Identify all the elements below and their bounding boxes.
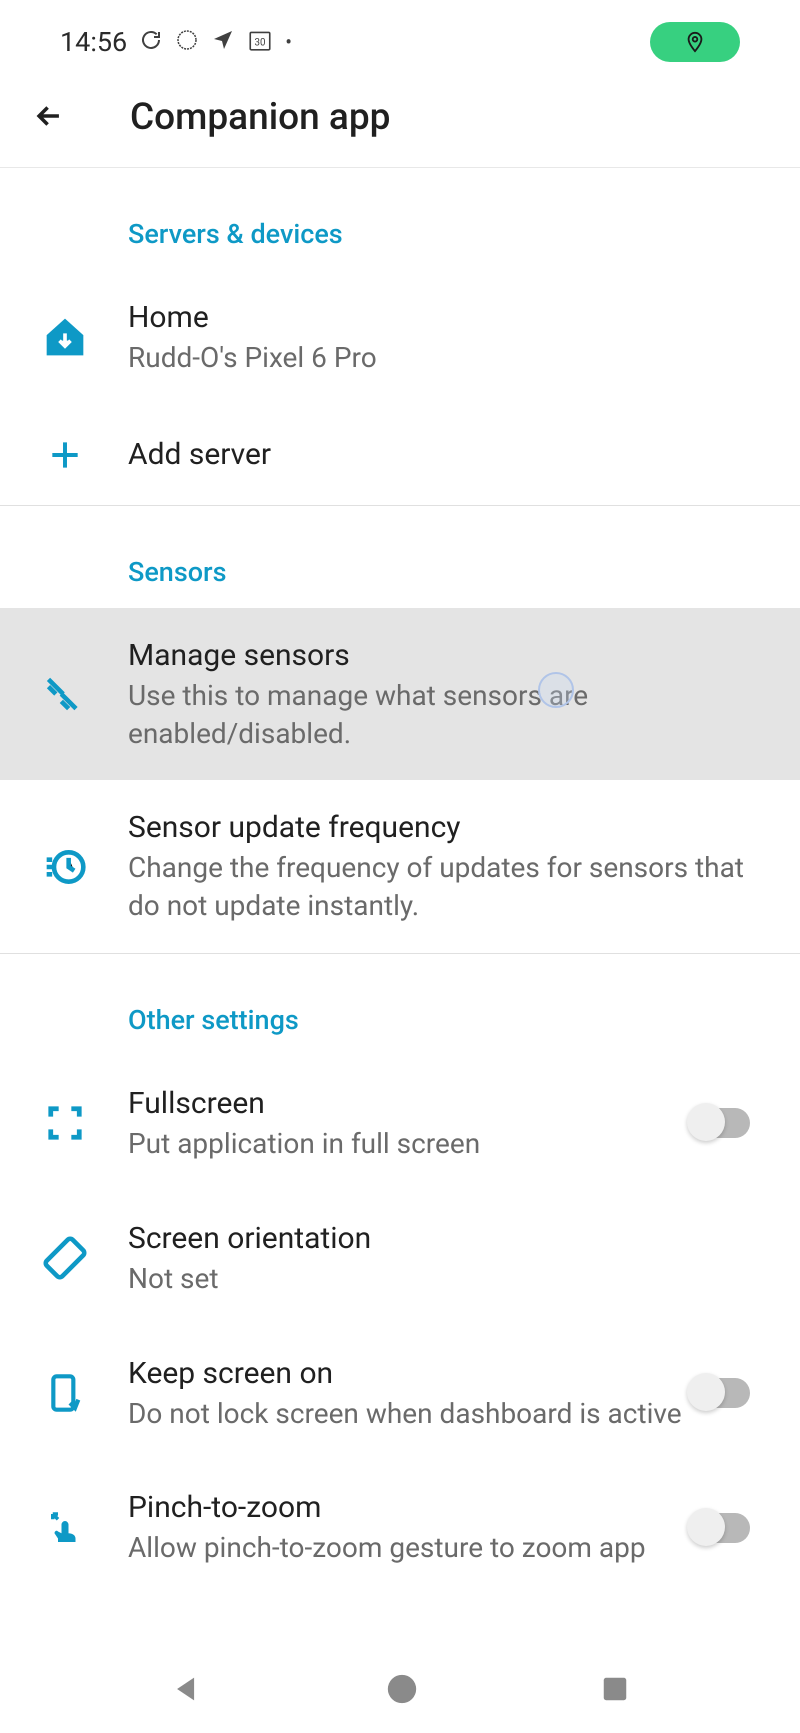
pinch-zoom-item[interactable]: Pinch-to-zoom Allow pinch-to-zoom gestur…	[0, 1460, 800, 1595]
section-header-other: Other settings	[0, 954, 800, 1056]
pinch-icon	[30, 1507, 100, 1549]
nav-recent[interactable]	[600, 1674, 630, 1708]
nav-home[interactable]	[385, 1672, 419, 1710]
app-bar: Companion app	[0, 70, 800, 165]
section-header-sensors: Sensors	[0, 506, 800, 608]
status-bar: 14:56 30 •	[0, 0, 800, 70]
status-left: 14:56 30 •	[60, 26, 292, 58]
fullscreen-toggle[interactable]	[692, 1108, 750, 1138]
fullscreen-title: Fullscreen	[128, 1084, 692, 1123]
fullscreen-item[interactable]: Fullscreen Put application in full scree…	[0, 1056, 800, 1191]
chat-icon	[175, 28, 199, 56]
dot-icon: •	[285, 30, 292, 54]
phone-icon	[30, 1373, 100, 1413]
clock-icon	[30, 845, 100, 889]
keep-screen-item[interactable]: Keep screen on Do not lock screen when d…	[0, 1326, 800, 1461]
fullscreen-subtitle: Put application in full screen	[128, 1125, 692, 1163]
back-button[interactable]	[32, 99, 66, 137]
server-home-subtitle: Rudd-O's Pixel 6 Pro	[128, 339, 770, 377]
svg-text:30: 30	[255, 37, 266, 48]
section-header-servers: Servers & devices	[0, 168, 800, 270]
pinch-zoom-subtitle: Allow pinch-to-zoom gesture to zoom app	[128, 1529, 692, 1567]
orientation-title: Screen orientation	[128, 1219, 770, 1258]
manage-sensors-subtitle: Use this to manage what sensors are enab…	[128, 677, 770, 753]
server-home-item[interactable]: Home Rudd-O's Pixel 6 Pro	[0, 270, 800, 405]
pinch-zoom-toggle[interactable]	[692, 1513, 750, 1543]
pinch-zoom-title: Pinch-to-zoom	[128, 1488, 692, 1527]
manage-sensors-title: Manage sensors	[128, 636, 770, 675]
server-home-title: Home	[128, 298, 770, 337]
rotate-icon	[30, 1236, 100, 1280]
navigation-bar	[0, 1648, 800, 1733]
sync-icon	[139, 28, 163, 56]
nav-back[interactable]	[170, 1672, 204, 1710]
app-title: Companion app	[130, 96, 390, 139]
add-server-item[interactable]: Add server	[0, 405, 800, 505]
sensor-frequency-subtitle: Change the frequency of updates for sens…	[128, 849, 770, 925]
fullscreen-icon	[30, 1104, 100, 1142]
pin-icon	[684, 28, 706, 56]
touch-hint	[538, 672, 574, 708]
manage-sensors-item[interactable]: Manage sensors Use this to manage what s…	[0, 608, 800, 781]
home-icon	[30, 315, 100, 359]
keep-screen-subtitle: Do not lock screen when dashboard is act…	[128, 1395, 692, 1433]
plus-icon	[30, 436, 100, 474]
sensors-icon	[30, 672, 100, 716]
keep-screen-title: Keep screen on	[128, 1354, 692, 1393]
orientation-item[interactable]: Screen orientation Not set	[0, 1191, 800, 1326]
sensor-frequency-title: Sensor update frequency	[128, 808, 770, 847]
keep-screen-toggle[interactable]	[692, 1378, 750, 1408]
calendar-icon: 30	[247, 27, 273, 57]
sensor-frequency-item[interactable]: Sensor update frequency Change the frequ…	[0, 780, 800, 953]
status-time: 14:56	[60, 26, 127, 58]
location-icon	[211, 28, 235, 56]
add-server-title: Add server	[128, 435, 770, 474]
location-pill[interactable]	[650, 22, 740, 62]
orientation-subtitle: Not set	[128, 1260, 770, 1298]
